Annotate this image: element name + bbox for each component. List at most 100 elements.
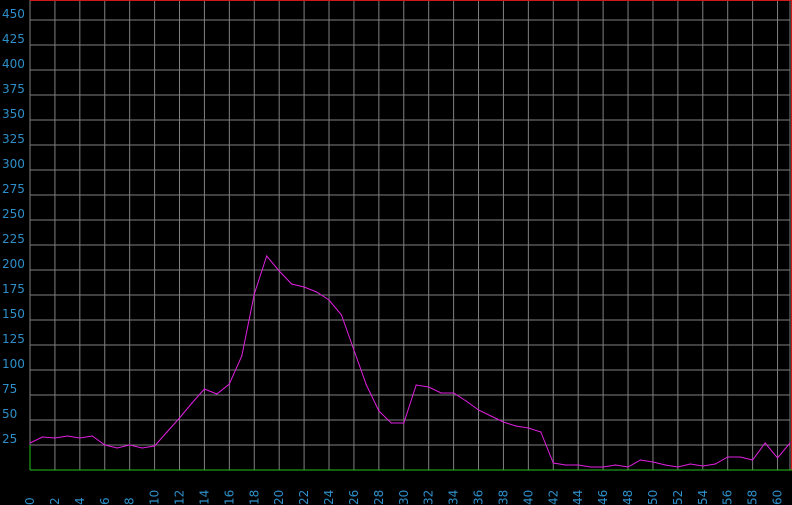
x-tick-label: 32 bbox=[422, 490, 436, 505]
data-point bbox=[540, 431, 542, 433]
x-tick-label: 12 bbox=[173, 490, 187, 505]
y-tick-label: 350 bbox=[2, 107, 25, 121]
y-tick-label: 150 bbox=[2, 307, 25, 321]
x-tick-label: 10 bbox=[148, 490, 162, 505]
y-tick-label: 175 bbox=[2, 282, 25, 296]
x-tick-label: 56 bbox=[721, 490, 735, 505]
x-tick-label: 36 bbox=[472, 490, 486, 505]
y-tick-label: 425 bbox=[2, 32, 25, 46]
x-tick-label: 38 bbox=[496, 490, 510, 505]
data-point bbox=[79, 437, 81, 439]
x-tick-label: 34 bbox=[447, 490, 461, 505]
data-point bbox=[378, 410, 380, 412]
data-point bbox=[614, 464, 617, 466]
y-tick-label: 75 bbox=[2, 382, 17, 396]
data-point bbox=[315, 291, 318, 293]
data-point bbox=[577, 464, 579, 466]
data-point bbox=[428, 386, 430, 388]
plot-background bbox=[0, 0, 792, 505]
y-tick-label: 400 bbox=[2, 57, 25, 71]
data-point bbox=[216, 393, 218, 395]
data-point bbox=[166, 431, 168, 433]
line-chart: 2550751001251501752002252502753003253503… bbox=[0, 0, 792, 505]
x-tick-label: 18 bbox=[247, 490, 261, 505]
x-tick-label: 22 bbox=[297, 490, 311, 505]
data-point bbox=[465, 400, 467, 402]
x-tick-label: 20 bbox=[272, 490, 286, 505]
y-tick-label: 25 bbox=[2, 432, 17, 446]
x-tick-label: 14 bbox=[197, 490, 211, 505]
data-point bbox=[527, 427, 529, 429]
data-point bbox=[515, 425, 517, 427]
data-point bbox=[340, 314, 343, 316]
data-point bbox=[702, 465, 704, 467]
data-point bbox=[502, 421, 505, 423]
x-tick-label: 24 bbox=[322, 490, 336, 505]
data-point bbox=[241, 355, 243, 357]
data-point bbox=[403, 422, 405, 424]
x-tick-label: 46 bbox=[596, 490, 610, 505]
x-tick-label: 30 bbox=[397, 490, 411, 505]
y-tick-label: 250 bbox=[2, 207, 25, 221]
data-point bbox=[104, 444, 106, 446]
data-point bbox=[54, 437, 56, 439]
data-point bbox=[129, 444, 131, 446]
x-tick-label: 0 bbox=[23, 497, 37, 505]
data-point bbox=[789, 442, 791, 444]
data-point bbox=[453, 392, 455, 394]
y-tick-label: 100 bbox=[2, 357, 25, 371]
x-tick-label: 2 bbox=[48, 497, 62, 505]
data-point bbox=[677, 466, 679, 468]
data-point bbox=[390, 422, 392, 424]
x-tick-label: 44 bbox=[571, 490, 585, 505]
data-point bbox=[552, 462, 554, 464]
data-point bbox=[278, 270, 280, 272]
data-point bbox=[178, 417, 181, 419]
data-point bbox=[153, 445, 156, 447]
x-tick-label: 8 bbox=[123, 497, 137, 505]
y-tick-label: 125 bbox=[2, 332, 25, 346]
x-tick-label: 4 bbox=[73, 497, 87, 505]
x-tick-label: 6 bbox=[98, 497, 112, 505]
data-point bbox=[664, 464, 667, 466]
data-point bbox=[639, 459, 642, 461]
y-tick-label: 225 bbox=[2, 232, 25, 246]
data-point bbox=[29, 442, 31, 444]
data-point bbox=[191, 402, 193, 404]
data-point bbox=[253, 293, 255, 295]
data-point bbox=[776, 457, 779, 459]
data-point bbox=[739, 456, 741, 458]
data-point bbox=[266, 255, 268, 257]
y-tick-label: 325 bbox=[2, 132, 25, 146]
x-tick-label: 42 bbox=[546, 490, 560, 505]
x-tick-label: 58 bbox=[746, 490, 760, 505]
data-point bbox=[490, 415, 492, 417]
data-point bbox=[440, 392, 442, 394]
y-tick-label: 275 bbox=[2, 182, 25, 196]
data-point bbox=[303, 286, 305, 288]
data-point bbox=[689, 463, 691, 465]
data-point bbox=[415, 384, 417, 386]
data-point bbox=[141, 447, 143, 449]
data-point bbox=[602, 466, 604, 468]
data-point bbox=[41, 436, 44, 438]
data-point bbox=[627, 466, 629, 468]
data-point bbox=[203, 388, 206, 390]
data-point bbox=[116, 447, 118, 449]
data-point bbox=[365, 384, 367, 386]
data-point bbox=[590, 466, 592, 468]
x-tick-label: 60 bbox=[771, 490, 785, 505]
y-tick-label: 300 bbox=[2, 157, 25, 171]
y-tick-label: 200 bbox=[2, 257, 25, 271]
x-tick-label: 40 bbox=[521, 490, 535, 505]
data-point bbox=[714, 463, 716, 465]
data-point bbox=[477, 409, 480, 411]
data-point bbox=[228, 383, 230, 385]
x-tick-label: 26 bbox=[347, 490, 361, 505]
data-point bbox=[291, 283, 293, 285]
data-point bbox=[752, 459, 754, 461]
y-tick-label: 375 bbox=[2, 82, 25, 96]
x-tick-label: 16 bbox=[222, 490, 236, 505]
data-point bbox=[91, 435, 93, 437]
data-point bbox=[353, 349, 355, 351]
